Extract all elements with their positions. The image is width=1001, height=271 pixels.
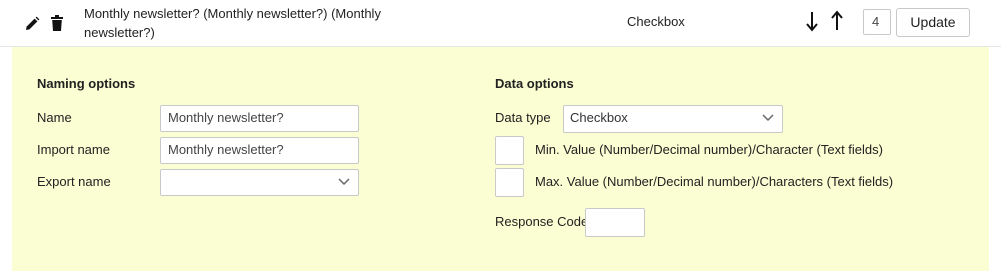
import-name-label: Import name <box>37 142 110 157</box>
chevron-down-icon <box>762 114 774 122</box>
name-input[interactable]: Monthly newsletter? <box>160 105 359 132</box>
field-title: Monthly newsletter? (Monthly newsletter?… <box>84 6 381 40</box>
naming-options-heading: Naming options <box>37 76 136 91</box>
arrow-down-icon[interactable] <box>805 10 819 32</box>
data-type-label: Data type <box>495 110 551 125</box>
field-header-row: Monthly newsletter? (Monthly newsletter?… <box>0 0 1001 47</box>
min-value-input[interactable] <box>495 136 524 165</box>
import-name-input[interactable]: Monthly newsletter? <box>160 137 359 164</box>
export-name-select[interactable] <box>160 169 359 196</box>
name-label: Name <box>37 110 72 125</box>
max-value-label: Max. Value (Number/Decimal number)/Chara… <box>535 174 894 189</box>
chevron-down-icon <box>338 178 350 186</box>
field-options-panel: Naming options Name Monthly newsletter? … <box>12 47 989 271</box>
max-value-input[interactable] <box>495 168 524 197</box>
response-code-input[interactable] <box>585 208 645 237</box>
order-input[interactable]: 4 <box>863 9 891 35</box>
export-name-label: Export name <box>37 174 111 189</box>
data-type-select[interactable]: Checkbox <box>563 105 783 133</box>
arrow-up-icon[interactable] <box>830 10 844 32</box>
trash-icon[interactable] <box>51 15 63 31</box>
data-type-value: Checkbox <box>570 110 628 125</box>
field-type: Checkbox <box>627 14 685 29</box>
response-code-label: Response Code <box>495 214 589 229</box>
pencil-icon[interactable] <box>24 16 40 32</box>
update-button[interactable]: Update <box>896 8 970 37</box>
data-options-heading: Data options <box>495 76 574 91</box>
min-value-label: Min. Value (Number/Decimal number)/Chara… <box>535 142 883 157</box>
